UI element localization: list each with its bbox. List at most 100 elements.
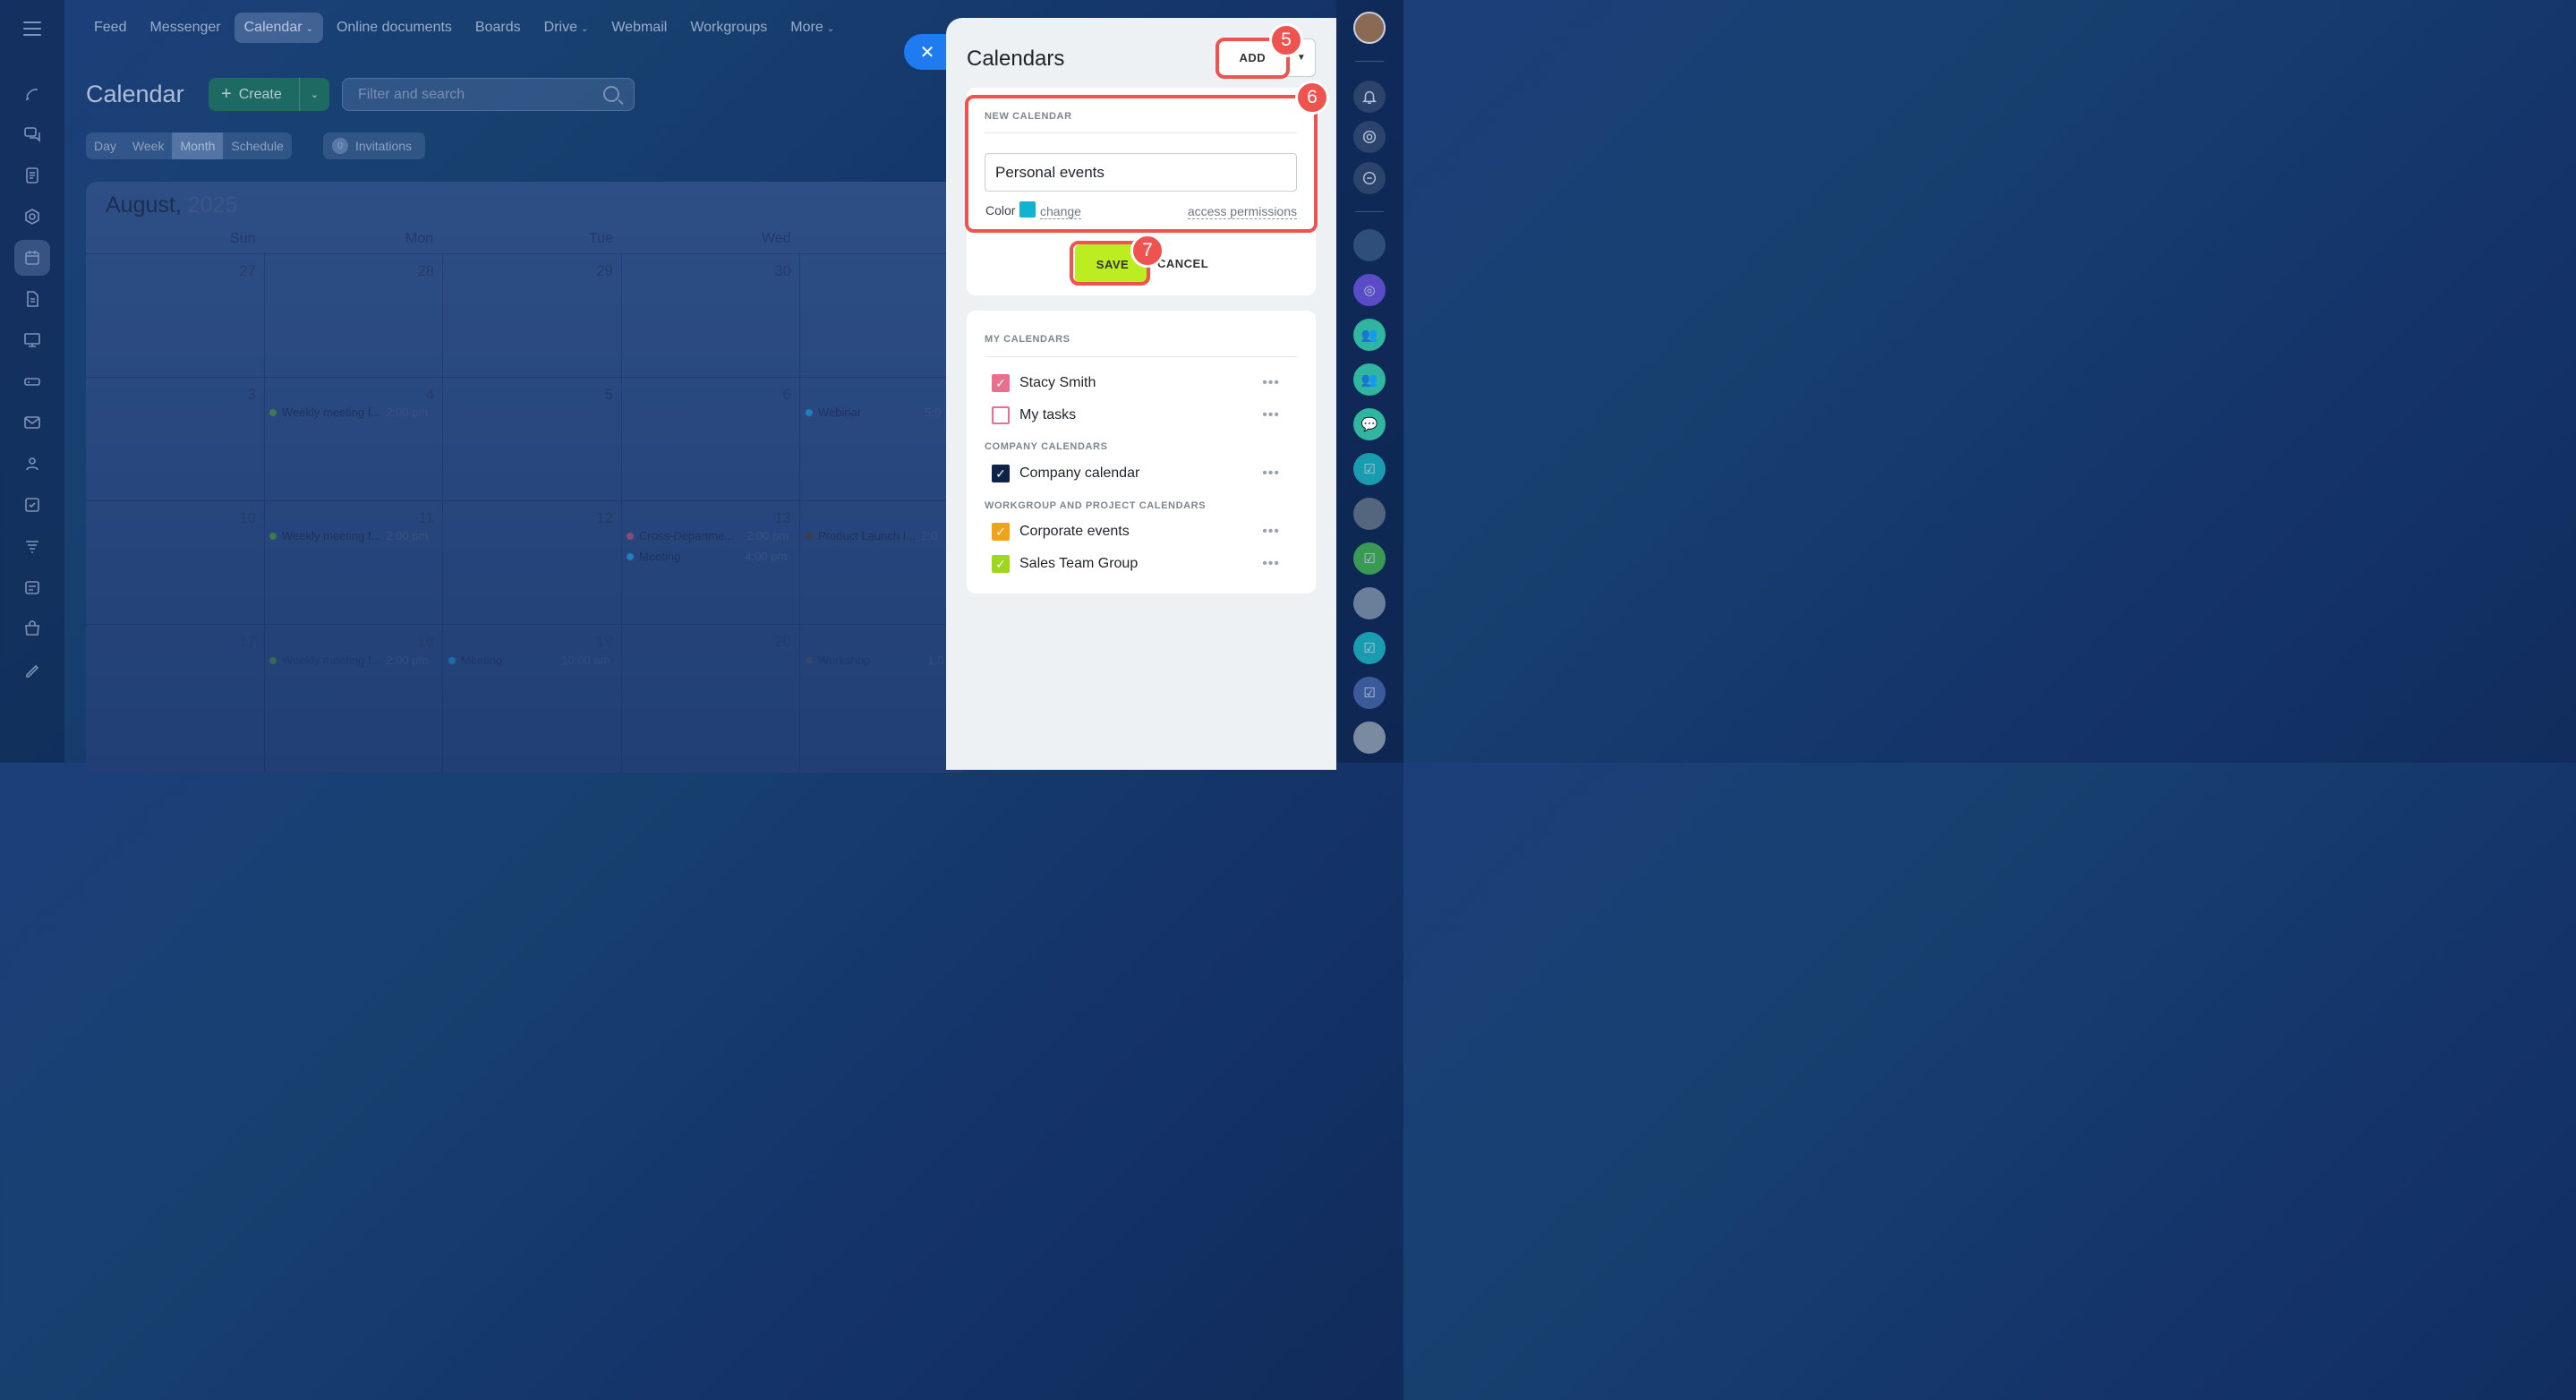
sign-icon[interactable]: [14, 652, 50, 687]
divider: [985, 356, 1297, 357]
view-tabs: Day Week Month Schedule: [86, 132, 292, 159]
more-icon[interactable]: •••: [1262, 556, 1280, 572]
nav-drive[interactable]: Drive ⌄: [534, 13, 599, 43]
day-number[interactable]: 29: [577, 262, 613, 280]
nav-messenger[interactable]: Messenger: [140, 13, 230, 43]
chat-icon[interactable]: 💬: [1353, 408, 1386, 440]
calendar-event[interactable]: Product Launch I... 2:0: [806, 529, 937, 542]
file-icon[interactable]: [14, 281, 50, 317]
chat-icon[interactable]: [14, 116, 50, 152]
task-check-icon[interactable]: ☑: [1353, 677, 1386, 709]
search-chat-icon[interactable]: [1353, 162, 1386, 194]
task-check-icon[interactable]: ☑: [1353, 542, 1386, 575]
more-icon[interactable]: •••: [1262, 407, 1280, 423]
checkbox[interactable]: ✓: [992, 374, 1010, 392]
tab-schedule[interactable]: Schedule: [223, 132, 291, 159]
nav-workgroups[interactable]: Workgroups: [680, 13, 777, 43]
checkbox[interactable]: ✓: [992, 555, 1010, 573]
schedule-icon[interactable]: [14, 569, 50, 605]
hexagon-icon[interactable]: [14, 199, 50, 235]
day-number[interactable]: 17: [220, 633, 256, 651]
day-number[interactable]: 27: [220, 262, 256, 280]
feed-icon[interactable]: [14, 75, 50, 111]
tasks-icon[interactable]: [14, 487, 50, 523]
group-icon[interactable]: 👥: [1353, 363, 1386, 396]
nav-calendar[interactable]: Calendar ⌄: [234, 13, 323, 43]
nav-webmail[interactable]: Webmail: [601, 13, 677, 43]
documents-icon[interactable]: [14, 158, 50, 193]
board-icon[interactable]: [14, 322, 50, 358]
calendar-event[interactable]: Cross-Departme... 2:00 pm: [627, 529, 789, 542]
calendar-event[interactable]: Weekly meeting f... 2:00 pm: [269, 529, 428, 542]
group-icon[interactable]: 👥: [1353, 319, 1386, 351]
calendar-row-company[interactable]: ✓ Company calendar •••: [992, 464, 1305, 483]
more-icon[interactable]: •••: [1262, 375, 1280, 391]
day-number[interactable]: 12: [577, 509, 613, 527]
more-icon[interactable]: •••: [1262, 524, 1280, 540]
tab-day[interactable]: Day: [86, 132, 124, 159]
my-calendars-label: MY CALENDARS: [985, 334, 1070, 345]
filter-icon[interactable]: [14, 528, 50, 564]
day-number[interactable]: 28: [398, 262, 434, 280]
callout-highlight: [965, 95, 1318, 233]
calendar-event[interactable]: Workshop 1:0: [806, 653, 943, 667]
calendars-panel: Calendars ADD ▼ NEW CALENDAR Color chang…: [946, 18, 1336, 770]
mail-icon[interactable]: [14, 405, 50, 440]
day-number[interactable]: 30: [755, 262, 791, 280]
day-number[interactable]: 5: [577, 386, 613, 404]
day-number[interactable]: 19: [577, 633, 613, 651]
day-number[interactable]: 10: [220, 509, 256, 527]
checkbox[interactable]: ✓: [992, 465, 1010, 482]
cancel-button[interactable]: CANCEL: [1157, 257, 1208, 270]
calendar-event[interactable]: Weekly meeting f... 2:00 pm: [269, 653, 428, 667]
calendar-icon[interactable]: [14, 240, 50, 276]
nav-online-documents[interactable]: Online documents: [327, 13, 462, 43]
calendar-row-sales-team[interactable]: ✓ Sales Team Group •••: [992, 554, 1305, 574]
day-number[interactable]: 3: [220, 386, 256, 404]
shop-icon[interactable]: [14, 610, 50, 646]
close-panel-button[interactable]: ✕: [904, 34, 951, 70]
checkbox[interactable]: [992, 406, 1010, 424]
nav-boards[interactable]: Boards: [465, 13, 531, 43]
checkbox[interactable]: ✓: [992, 523, 1010, 541]
search-input[interactable]: Filter and search: [342, 78, 635, 111]
day-number[interactable]: 11: [398, 509, 434, 527]
divider: [1355, 211, 1384, 212]
target-icon[interactable]: [1353, 121, 1386, 153]
day-number[interactable]: 20: [755, 633, 791, 651]
nav-feed[interactable]: Feed: [84, 13, 136, 43]
invitations-button[interactable]: 0 Invitations: [323, 132, 425, 159]
more-icon[interactable]: •••: [1262, 465, 1280, 482]
weekday-label: Mon: [405, 231, 434, 246]
drive-icon[interactable]: [14, 363, 50, 399]
tab-month[interactable]: Month: [172, 132, 224, 159]
day-number[interactable]: 18: [398, 633, 434, 651]
grid-line: [86, 253, 963, 254]
plus-icon: +: [221, 84, 232, 104]
menu-icon[interactable]: [23, 21, 41, 36]
avatar[interactable]: [1353, 587, 1386, 619]
task-check-icon[interactable]: ☑: [1353, 453, 1386, 485]
copilot-icon[interactable]: ◎: [1353, 274, 1386, 306]
avatar[interactable]: [1353, 229, 1386, 261]
avatar[interactable]: [1353, 498, 1386, 530]
day-number[interactable]: 6: [755, 386, 791, 404]
avatar[interactable]: [1353, 12, 1386, 44]
calendar-event[interactable]: Weekly meeting f... 2:00 pm: [269, 405, 428, 419]
calendar-row-corporate-events[interactable]: ✓ Corporate events •••: [992, 522, 1305, 542]
calendar-row-stacy-smith[interactable]: ✓ Stacy Smith •••: [992, 373, 1305, 393]
task-check-icon[interactable]: ☑: [1353, 632, 1386, 664]
calendar-event[interactable]: Webinar 5:0: [806, 405, 941, 419]
nav-more[interactable]: More ⌄: [780, 13, 844, 43]
tab-week[interactable]: Week: [124, 132, 173, 159]
create-button[interactable]: + Create ⌄: [209, 78, 329, 111]
calendar-event[interactable]: Meeting 10:00 am: [448, 653, 610, 667]
day-number[interactable]: 13: [755, 509, 791, 527]
avatar[interactable]: [1353, 721, 1386, 754]
day-number[interactable]: 4: [398, 386, 434, 404]
people-icon[interactable]: [14, 446, 50, 482]
calendar-event[interactable]: Meeting 4:00 pm: [627, 550, 787, 563]
bell-icon[interactable]: [1353, 81, 1386, 113]
calendar-row-my-tasks[interactable]: My tasks •••: [992, 405, 1305, 425]
chevron-down-icon[interactable]: ⌄: [299, 78, 329, 111]
